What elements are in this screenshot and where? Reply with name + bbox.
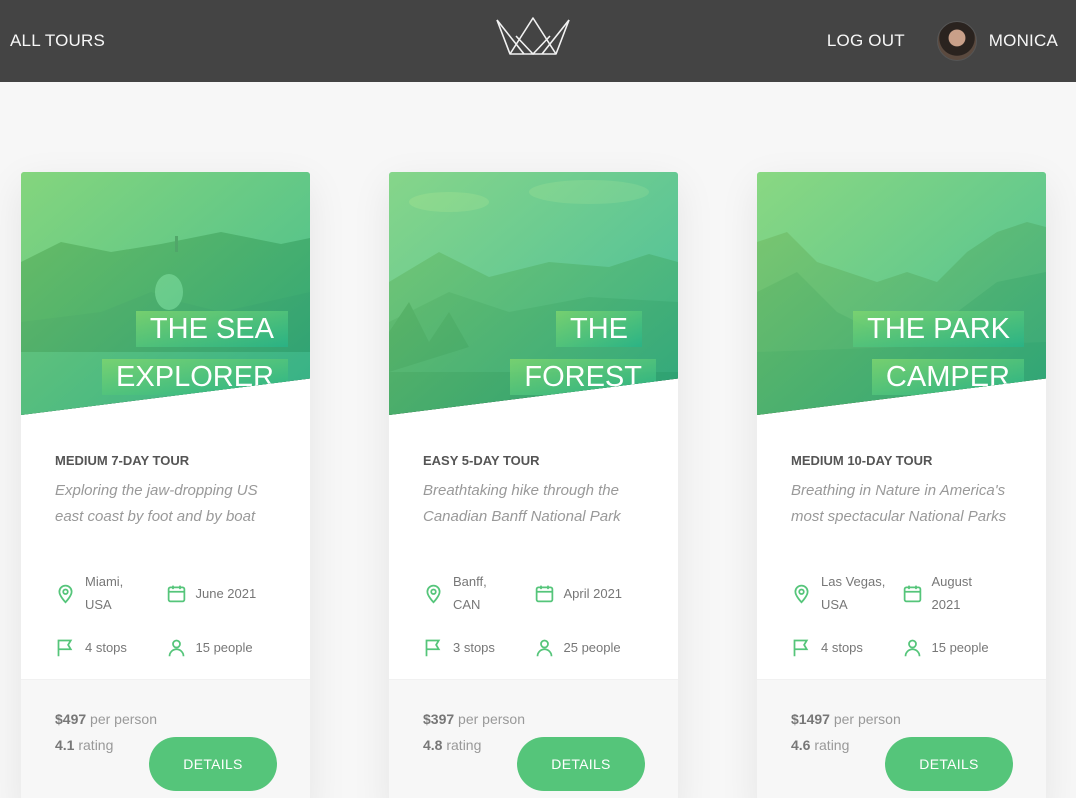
- tour-title: THE PARK CAMPER: [822, 305, 1024, 401]
- fact-location: Miami, USA: [55, 570, 166, 616]
- details-button[interactable]: DETAILS: [149, 737, 277, 791]
- price: $497 per person: [55, 711, 157, 727]
- calendar-icon: [167, 585, 185, 602]
- tour-title: THE SEA EXPLORER: [86, 305, 288, 401]
- tour-summary: Exploring the jaw-dropping US east coast…: [55, 482, 258, 525]
- tour-summary: Breathing in Nature in America's most sp…: [791, 482, 1007, 525]
- fact-location: Banff, CAN: [423, 570, 534, 616]
- top-nav: ALL TOURS LOG OUT MONICA: [0, 0, 1076, 82]
- tour-difficulty-duration: MEDIUM 10-DAY TOUR: [791, 453, 933, 468]
- card-image: THE FORESTHIKER: [389, 172, 678, 415]
- location-text: Banff, CAN: [453, 574, 487, 612]
- user-menu[interactable]: MONICA: [936, 21, 1058, 61]
- fact-date: August 2021: [902, 570, 1013, 616]
- date-text: April 2021: [563, 585, 623, 601]
- stops-text: 4 stops: [821, 640, 863, 655]
- tour-difficulty-duration: MEDIUM 7-DAY TOUR: [55, 453, 190, 468]
- people-text: 15 people: [195, 640, 253, 655]
- tour-difficulty-duration: EASY 5-DAY TOUR: [423, 453, 540, 468]
- tour-card: THE SEA EXPLORER MEDIUM 7-DAY TOUR Explor…: [21, 172, 310, 798]
- map-pin-icon: [58, 584, 73, 604]
- tour-title: THE FORESTHIKER: [454, 305, 656, 415]
- people-text: 25 people: [563, 640, 621, 655]
- avatar[interactable]: [936, 21, 977, 61]
- calendar-icon: [535, 585, 553, 602]
- fact-date: April 2021: [534, 570, 645, 616]
- people-text: 15 people: [931, 640, 989, 655]
- date-text: June 2021: [195, 585, 257, 601]
- logout-link[interactable]: LOG OUT: [827, 31, 905, 51]
- date-text: August 2021: [931, 574, 972, 612]
- tour-summary: Breathtaking hike through the Canadian B…: [423, 482, 621, 525]
- details-button[interactable]: DETAILS: [517, 737, 645, 791]
- location-text: Las Vegas, USA: [821, 574, 886, 612]
- user-icon: [536, 639, 552, 657]
- fact-people: 15 people: [166, 636, 277, 659]
- flag-icon: [425, 639, 441, 657]
- fact-stops: 3 stops: [423, 636, 534, 659]
- user-icon: [904, 639, 920, 657]
- user-icon: [168, 639, 184, 657]
- card-footer: $397 per person 4.8 rating DETAILS: [389, 679, 678, 798]
- all-tours-link[interactable]: ALL TOURS: [10, 31, 105, 51]
- price: $397 per person: [423, 711, 525, 727]
- fact-people: 15 people: [902, 636, 1013, 659]
- details-button[interactable]: DETAILS: [885, 737, 1013, 791]
- price: $1497 per person: [791, 711, 901, 727]
- fact-date: June 2021: [166, 570, 277, 616]
- card-image: THE PARK CAMPER: [757, 172, 1046, 415]
- fact-people: 25 people: [534, 636, 645, 659]
- map-pin-icon: [794, 584, 809, 604]
- tour-facts: Miami, USA June 2021 4 stops 15 people: [55, 570, 276, 659]
- card-details: EASY 5-DAY TOUR Breathtaking hike throug…: [389, 415, 678, 679]
- card-details: MEDIUM 7-DAY TOUR Exploring the jaw-drop…: [21, 415, 310, 679]
- flag-icon: [57, 639, 73, 657]
- tour-facts: Las Vegas, USA August 2021 4 stops 15 pe…: [791, 570, 1012, 659]
- card-footer: $1497 per person 4.6 rating DETAILS: [757, 679, 1046, 798]
- fact-stops: 4 stops: [791, 636, 902, 659]
- tour-facts: Banff, CAN April 2021 3 stops 25 people: [423, 570, 644, 659]
- calendar-icon: [903, 585, 921, 602]
- location-text: Miami, USA: [85, 574, 124, 612]
- user-name[interactable]: MONICA: [989, 31, 1058, 51]
- tour-card: THE PARK CAMPER MEDIUM 10-DAY TOUR Breath…: [757, 172, 1046, 798]
- crown-logo-icon[interactable]: [494, 14, 572, 58]
- map-pin-icon: [426, 584, 441, 604]
- card-image: THE SEA EXPLORER: [21, 172, 310, 415]
- card-details: MEDIUM 10-DAY TOUR Breathing in Nature i…: [757, 415, 1046, 679]
- stops-text: 3 stops: [453, 640, 495, 655]
- flag-icon: [793, 639, 809, 657]
- header-right: LOG OUT MONICA: [827, 21, 1058, 61]
- tour-card: THE FORESTHIKER EASY 5-DAY TOUR Breathta…: [389, 172, 678, 798]
- stops-text: 4 stops: [85, 640, 127, 655]
- card-footer: $497 per person 4.1 rating DETAILS: [21, 679, 310, 798]
- fact-location: Las Vegas, USA: [791, 570, 902, 616]
- fact-stops: 4 stops: [55, 636, 166, 659]
